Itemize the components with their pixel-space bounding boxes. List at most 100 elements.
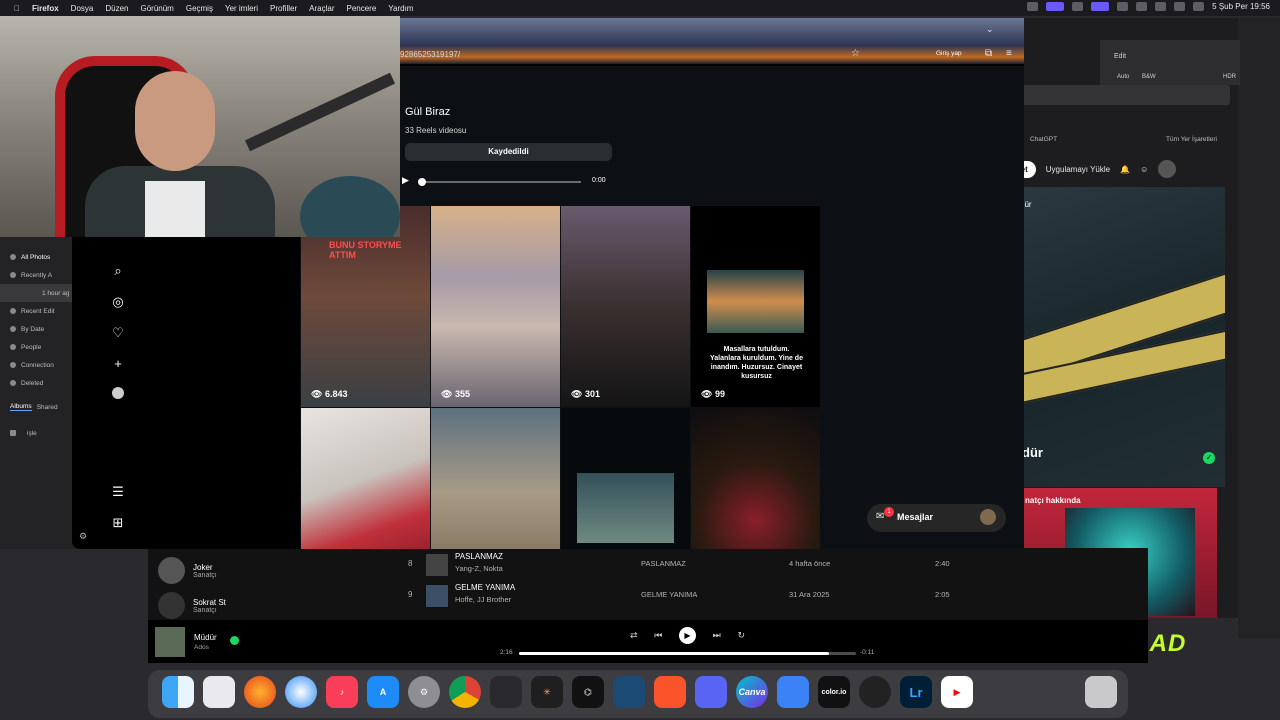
apps-icon[interactable]: ⊞ bbox=[110, 515, 126, 531]
reel-thumbnail[interactable]: 👁 301 bbox=[561, 206, 690, 407]
tray-icon[interactable] bbox=[1072, 2, 1084, 11]
menu-help[interactable]: Yardım bbox=[388, 4, 413, 13]
menu-icon[interactable]: ≡ bbox=[1006, 48, 1012, 59]
apple-icon[interactable]:  bbox=[14, 4, 20, 13]
menu-bookmarks[interactable]: Yer imleri bbox=[225, 4, 258, 13]
track-artist[interactable]: Hoffe, JJ Brother bbox=[455, 595, 511, 604]
control-center-icon[interactable] bbox=[1193, 2, 1205, 11]
menu-edit[interactable]: Düzen bbox=[105, 4, 128, 13]
progress-bar[interactable] bbox=[519, 652, 856, 655]
menubar-clock[interactable]: 5 Şub Per 19:56 bbox=[1212, 2, 1270, 11]
bluetooth-icon[interactable] bbox=[1117, 2, 1129, 11]
bookmark-all[interactable]: Tüm Yer İşaretleri bbox=[1166, 136, 1217, 143]
friends-icon[interactable]: ☺ bbox=[1140, 165, 1148, 174]
music-icon[interactable]: ♪ bbox=[326, 676, 358, 708]
trash-icon[interactable] bbox=[1085, 676, 1117, 708]
profile-avatar-icon[interactable] bbox=[110, 387, 126, 403]
play-button[interactable]: ▶ bbox=[679, 626, 696, 644]
now-playing-title[interactable]: Müdür bbox=[194, 633, 217, 642]
tray-screen-record-icon[interactable] bbox=[1046, 2, 1065, 11]
search-icon[interactable]: ⌕ bbox=[110, 263, 126, 279]
reel-thumbnail[interactable] bbox=[431, 408, 560, 549]
obs-icon[interactable] bbox=[859, 676, 891, 708]
next-icon[interactable]: ⏭ bbox=[713, 630, 721, 641]
lightroom-auto-button[interactable]: Auto bbox=[1117, 74, 1129, 80]
brave-icon[interactable] bbox=[654, 676, 686, 708]
menu-history[interactable]: Geçmiş bbox=[186, 4, 213, 13]
tab-shared[interactable]: Shared bbox=[37, 404, 58, 411]
chatgpt-icon[interactable]: ⌬ bbox=[572, 676, 604, 708]
more-menu-icon[interactable]: ☰ bbox=[110, 484, 126, 500]
audio-progress-bar[interactable] bbox=[420, 181, 581, 183]
finder-icon[interactable] bbox=[162, 676, 194, 708]
menu-view[interactable]: Görünüm bbox=[140, 4, 173, 13]
browser-url-bar[interactable] bbox=[1010, 85, 1230, 105]
colorio-icon[interactable]: color.io bbox=[818, 676, 850, 708]
photos-item-people[interactable]: People bbox=[0, 338, 80, 356]
lightroom-bw-button[interactable]: B&W bbox=[1142, 74, 1156, 80]
track-album[interactable]: PASLANMAZ bbox=[641, 559, 686, 568]
now-playing-artist[interactable]: Ados bbox=[194, 644, 209, 651]
artist-list-item[interactable]: Joker Sanatçı bbox=[158, 557, 217, 584]
audio-progress-knob[interactable] bbox=[418, 178, 426, 186]
reel-thumbnail[interactable] bbox=[561, 408, 690, 549]
chevron-down-icon[interactable]: ⌄ bbox=[986, 24, 994, 35]
install-app-button[interactable]: Uygulamayı Yükle bbox=[1046, 165, 1110, 174]
bookmark-star-icon[interactable]: ☆ bbox=[851, 48, 860, 59]
heart-icon[interactable]: ♡ bbox=[110, 325, 126, 341]
search-icon[interactable] bbox=[1174, 2, 1186, 11]
track-album[interactable]: GELME YANIMA bbox=[641, 590, 697, 599]
track-artist[interactable]: Yang-Z, Nokta bbox=[455, 564, 503, 573]
menu-tools[interactable]: Araçlar bbox=[309, 4, 334, 13]
lightroom-edit-label[interactable]: Edit bbox=[1114, 53, 1126, 60]
battery-icon[interactable] bbox=[1136, 2, 1148, 11]
menu-file[interactable]: Dosya bbox=[71, 4, 94, 13]
menu-app-name[interactable]: Firefox bbox=[32, 4, 59, 13]
launchpad-icon[interactable] bbox=[203, 676, 235, 708]
now-playing-cover[interactable] bbox=[155, 627, 185, 657]
bell-icon[interactable]: 🔔 bbox=[1120, 165, 1130, 174]
lightroom-icon[interactable]: Lr bbox=[900, 676, 932, 708]
saved-check-icon[interactable] bbox=[230, 636, 239, 645]
canva-icon[interactable]: Canva bbox=[736, 676, 768, 708]
photos-item-hour[interactable]: 1 hour ag bbox=[0, 284, 80, 302]
tab-albums[interactable]: Albums bbox=[10, 403, 32, 411]
reel-thumbnail[interactable]: 👁 355 bbox=[431, 206, 560, 407]
davinci-icon[interactable] bbox=[490, 676, 522, 708]
photos-item-all[interactable]: All Photos bbox=[0, 248, 80, 266]
reel-thumbnail[interactable]: Masallara tutuldum. Yalanlara kuruldum. … bbox=[691, 206, 820, 407]
menu-profiles[interactable]: Profiller bbox=[270, 4, 297, 13]
photos-item-recent-edit[interactable]: Recent Edit bbox=[0, 302, 80, 320]
app-store-icon[interactable]: A bbox=[367, 676, 399, 708]
tray-toggle-icon[interactable] bbox=[1091, 2, 1110, 11]
album-item[interactable]: işle bbox=[0, 424, 80, 442]
url-text[interactable]: 9286525319197/ bbox=[400, 50, 460, 59]
wifi-icon[interactable] bbox=[1155, 2, 1167, 11]
shuffle-icon[interactable]: ⇄ bbox=[630, 630, 638, 641]
extensions-icon[interactable]: ⧉ bbox=[985, 48, 992, 59]
perplexity-icon[interactable]: ✳ bbox=[531, 676, 563, 708]
files-icon[interactable] bbox=[777, 676, 809, 708]
lightroom-hdr-button[interactable]: HDR bbox=[1223, 74, 1236, 80]
reel-thumbnail[interactable] bbox=[691, 408, 820, 549]
steam-icon[interactable] bbox=[613, 676, 645, 708]
photos-item-deleted[interactable]: Deleted bbox=[0, 374, 80, 392]
chrome-icon[interactable] bbox=[449, 676, 481, 708]
saved-button[interactable]: Kaydedildi bbox=[405, 143, 612, 161]
audio-play-icon[interactable]: ▶ bbox=[402, 175, 409, 186]
photos-item-connection[interactable]: Connection bbox=[0, 356, 80, 374]
explore-icon[interactable]: ◎ bbox=[110, 294, 126, 310]
login-button[interactable]: Giriş yap bbox=[936, 50, 962, 57]
firefox-icon[interactable] bbox=[244, 676, 276, 708]
repeat-icon[interactable]: ↻ bbox=[737, 630, 745, 641]
menu-window[interactable]: Pencere bbox=[346, 4, 376, 13]
artist-list-item[interactable]: Sokrat St Sanatçı bbox=[158, 592, 226, 619]
tray-icon[interactable] bbox=[1027, 2, 1039, 11]
table-row[interactable]: 8 PASLANMAZ Yang-Z, Nokta PASLANMAZ 4 ha… bbox=[400, 551, 980, 579]
photos-item-by-date[interactable]: By Date bbox=[0, 320, 80, 338]
youtube-icon[interactable]: ▶ bbox=[941, 676, 973, 708]
previous-icon[interactable]: ⏮ bbox=[654, 630, 662, 641]
table-row[interactable]: 9 GELME YANIMA Hoffe, JJ Brother GELME Y… bbox=[400, 582, 980, 610]
discord-icon[interactable] bbox=[695, 676, 727, 708]
settings-icon[interactable]: ⚙ bbox=[79, 531, 87, 542]
